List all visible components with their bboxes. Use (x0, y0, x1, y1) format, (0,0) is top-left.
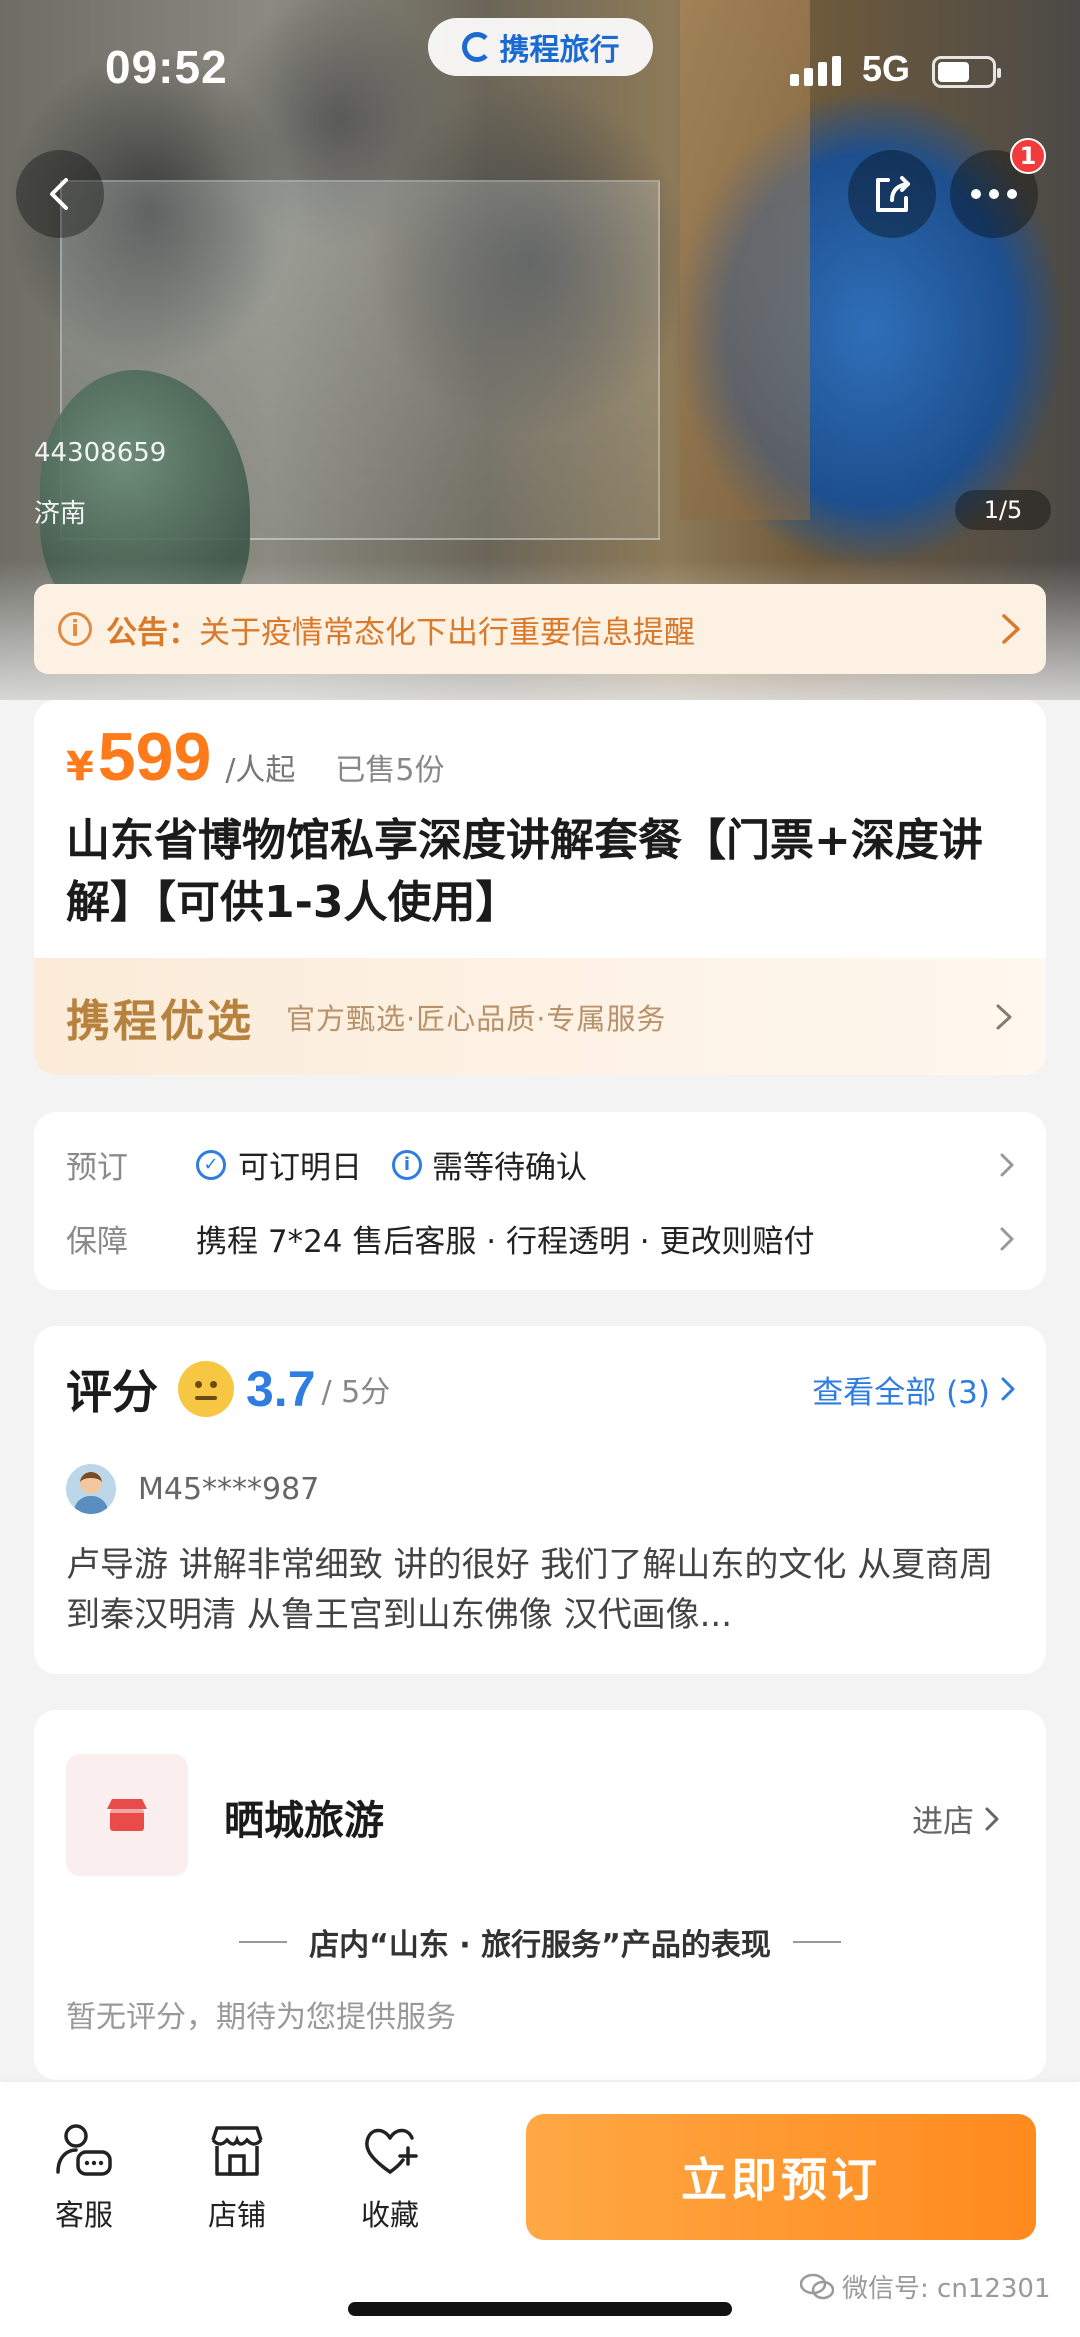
favorite-button[interactable]: 收藏 (330, 2122, 450, 2234)
reviewer: M45****987 (66, 1464, 319, 1514)
battery-icon (932, 56, 1001, 88)
back-arrow-icon (50, 178, 68, 210)
customer-service-label: 客服 (54, 2198, 113, 2232)
select-slogan: 官方甄选·匠心品质·专属服务 (286, 1001, 667, 1036)
notice-text: 关于疫情常态化下出行重要信息提醒 (199, 614, 695, 651)
app-brand-pill: 携程旅行 (428, 18, 653, 76)
rating-max: / 5分 (321, 1375, 391, 1410)
price-row: ¥ 599 /人起 已售5份 (66, 718, 445, 796)
back-button[interactable] (16, 150, 104, 238)
guarantee-text: 携程 7*24 售后客服 · 行程透明 · 更改则赔付 (196, 1224, 815, 1260)
review-text[interactable]: 卢导游 讲解非常细致 讲的很好 我们了解山东的文化 从夏商周到秦汉明清 从鲁王宫… (66, 1540, 1016, 1640)
photo-city: 济南 (34, 499, 87, 529)
chevron-right-icon (985, 1807, 999, 1830)
store-icon (211, 2126, 263, 2176)
enter-shop-label: 进店 (912, 1804, 974, 1840)
status-time: 09:52 (105, 41, 228, 93)
booking-label: 预订 (66, 1150, 128, 1186)
guarantee-label: 保障 (66, 1224, 128, 1260)
product-card: ¥ 599 /人起 已售5份 山东省博物馆私享深度讲解套餐【门票+深度讲解】【可… (34, 700, 1046, 1075)
guarantee-row[interactable]: 保障 携程 7*24 售后客服 · 行程透明 · 更改则赔付 (66, 1216, 1016, 1261)
watermark-text: 微信号: cn12301 (842, 2274, 1051, 2304)
confirm-text: 需等待确认 (432, 1150, 587, 1186)
chevron-right-icon (1002, 614, 1020, 644)
book-now-button[interactable]: 立即预订 (526, 2114, 1036, 2240)
rating-card: 评分 3.7 / 5分 查看全部 (3) M45****987 卢导游 讲解非常… (34, 1326, 1046, 1674)
shop-label: 店铺 (207, 2198, 266, 2232)
chevron-right-icon (1001, 1377, 1015, 1401)
chevron-right-icon (1000, 1227, 1014, 1250)
info-icon: i (392, 1149, 422, 1180)
notice-banner[interactable]: i 公告： 关于疫情常态化下出行重要信息提醒 (34, 584, 1046, 674)
booking-card: 预订 ✓ 可订明日 i 需等待确认 保障 携程 7*24 售后客服 · 行程透明… (34, 1112, 1046, 1290)
check-icon: ✓ (196, 1149, 226, 1180)
shop-card: 晒城旅游 进店 店内“山东 · 旅行服务”产品的表现 暂无评分，期待为您提供服务 (34, 1710, 1046, 2080)
booking-row[interactable]: 预订 ✓ 可订明日 i 需等待确认 (66, 1142, 1016, 1187)
divider (239, 1941, 288, 1943)
divider (792, 1941, 841, 1943)
bookable-text: 可订明日 (238, 1150, 362, 1186)
price-unit: /人起 (225, 753, 296, 788)
shop-button[interactable]: 店铺 (177, 2122, 297, 2234)
notification-badge: 1 (1010, 138, 1046, 174)
shop-name: 晒城旅游 (224, 1798, 384, 1844)
reviewer-name: M45****987 (138, 1471, 320, 1507)
select-logo: 携程优选 (66, 995, 254, 1047)
customer-service-icon (56, 2124, 112, 2176)
view-all-reviews-link[interactable]: 查看全部 (3) (812, 1367, 1016, 1412)
price-value: 599 (97, 719, 212, 795)
rating-title: 评分 (66, 1365, 158, 1419)
wechat-watermark: 微信号: cn12301 (800, 2268, 1051, 2305)
shop-empty-text: 暂无评分，期待为您提供服务 (66, 2000, 456, 2035)
signal-icon (790, 56, 841, 86)
status-bar: 09:52 携程旅行 5G (0, 0, 1080, 140)
more-dots-icon (971, 189, 1017, 199)
shop-logo[interactable] (66, 1754, 188, 1876)
avatar (66, 1464, 116, 1514)
heart-add-icon (365, 2128, 418, 2174)
price-currency: ¥ (66, 744, 94, 790)
neutral-face-icon (178, 1361, 234, 1417)
enter-shop-link[interactable]: 进店 (912, 1796, 1000, 1841)
home-indicator[interactable] (348, 2302, 732, 2316)
app-brand-name: 携程旅行 (499, 33, 620, 68)
share-icon (876, 176, 910, 212)
wechat-icon (800, 2273, 834, 2299)
notice-prefix: 公告： (106, 614, 199, 651)
ctrip-logo-icon (461, 32, 492, 62)
rating-score: 3.7 (246, 1361, 316, 1417)
store-icon (107, 1799, 147, 1831)
view-all-label: 查看全部 (3) (812, 1374, 990, 1411)
network-type: 5G (862, 48, 911, 89)
photo-counter: 1/5 (955, 490, 1051, 530)
customer-service-button[interactable]: 客服 (24, 2122, 144, 2234)
ctrip-select-banner[interactable]: 携程优选 官方甄选·匠心品质·专属服务 (34, 958, 1046, 1075)
share-button[interactable] (848, 150, 936, 238)
favorite-label: 收藏 (360, 2198, 419, 2232)
shop-section-label: 店内“山东 · 旅行服务”产品的表现 (309, 1928, 771, 1963)
product-title: 山东省博物馆私享深度讲解套餐【门票+深度讲解】【可供1-3人使用】 (66, 815, 983, 928)
sold-count: 已售5份 (335, 753, 445, 788)
shop-section-title: 店内“山东 · 旅行服务”产品的表现 (34, 1920, 1046, 1964)
chevron-right-icon (996, 1004, 1012, 1029)
chevron-right-icon (1000, 1153, 1014, 1176)
rating-header: 评分 3.7 / 5分 查看全部 (3) (66, 1356, 1016, 1422)
product-id: 44308659 (34, 438, 167, 468)
info-icon: i (58, 612, 92, 646)
